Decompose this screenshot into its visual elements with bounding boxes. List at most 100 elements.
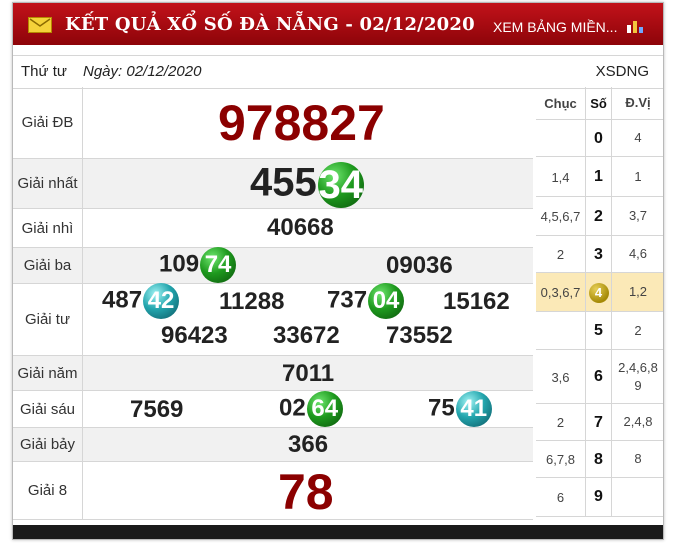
- bar-chart-icon[interactable]: [625, 17, 645, 33]
- fourth-prize-number-2: 11288: [219, 288, 285, 315]
- prize-label: Giải ba: [13, 248, 83, 283]
- units-cell: 4,6: [628, 246, 648, 262]
- tens-cell: [536, 312, 586, 350]
- column-header-chuc: Chục: [536, 87, 586, 119]
- prize-row-fifth: Giải năm 7011: [13, 356, 533, 391]
- number-plain: 109: [159, 250, 200, 278]
- prize-row-sixth: Giải sáu 7569 02 64 75 41: [13, 391, 533, 428]
- fourth-prize-number-1: 487 42: [102, 283, 180, 319]
- tens-cell: 2: [536, 404, 586, 441]
- prize-label: Giải sáu: [13, 391, 83, 427]
- prize-row-eighth: Giải 8 78: [13, 462, 533, 520]
- loto-row: 3,6 6 2,4,6,8 9: [536, 349, 663, 404]
- loto-row: 4,5,6,7 2 3,7: [536, 196, 663, 236]
- prize-row-second: Giải nhì 40668: [13, 209, 533, 248]
- prize-row-third: Giải ba 109 74 09036: [13, 247, 533, 284]
- digit-cell: 9: [586, 478, 612, 516]
- prize-label: Giải nhì: [13, 209, 83, 247]
- digit-cell: 1: [586, 157, 612, 197]
- digit-cell: 0: [586, 120, 612, 157]
- page-title: KẾT QUẢ XỔ SỐ ĐÀ NẴNG - 02/12/2020: [65, 14, 475, 35]
- fifth-prize-number: 7011: [282, 360, 335, 387]
- column-header-so: Số: [586, 87, 612, 119]
- highlight-digit-ball: 4: [588, 282, 609, 303]
- highlight-ball: 74: [200, 247, 237, 283]
- loto-header: Chục Số Đ.Vị: [536, 87, 663, 119]
- highlight-ball: 64: [306, 391, 343, 427]
- column-header-dvi: Đ.Vị: [625, 94, 651, 110]
- results-panel: KẾT QUẢ XỔ SỐ ĐÀ NẴNG - 02/12/2020 XEM B…: [12, 2, 664, 540]
- number-plain: 487: [102, 286, 143, 314]
- results-header: KẾT QUẢ XỔ SỐ ĐÀ NẴNG - 02/12/2020 XEM B…: [13, 3, 663, 45]
- fourth-prize-number-3: 737 04: [327, 283, 405, 319]
- first-prize-number: 45534: [250, 162, 364, 208]
- sixth-prize-number-3: 75 41: [428, 391, 492, 427]
- sixth-prize-number-2: 02 64: [279, 391, 343, 427]
- view-region-link[interactable]: XEM BẢNG MIỀN...: [493, 19, 617, 35]
- draw-date: Ngày: 02/12/2020: [83, 63, 202, 80]
- prize-label: Giải bảy: [13, 428, 83, 461]
- prize-label: Giải nhất: [13, 159, 83, 208]
- fourth-prize-number-7: 73552: [386, 322, 453, 349]
- loto-row: 5 2: [536, 311, 663, 350]
- second-prize-number: 40668: [267, 214, 334, 241]
- weekday-label: Thứ tư: [21, 63, 67, 80]
- prize-row-fourth: Giải tư 487 42 11288 737 04 15162 96423 33…: [13, 283, 533, 356]
- highlight-ball: 34: [317, 162, 364, 208]
- third-prize-number-1: 109 74: [159, 247, 237, 283]
- units-cell: 1,2: [628, 284, 648, 300]
- digit-cell: 8: [586, 441, 612, 478]
- seventh-prize-number: 366: [288, 431, 329, 458]
- prize-label: Giải năm: [13, 356, 83, 390]
- units-cell: 8: [634, 451, 642, 467]
- digit-cell: 7: [586, 404, 612, 441]
- loto-row: 6,7,8 8 8: [536, 440, 663, 478]
- fourth-prize-number-4: 15162: [443, 288, 510, 315]
- digit-cell: 2: [586, 197, 612, 236]
- highlight-ball: 41: [455, 391, 492, 427]
- units-cell: 2: [634, 322, 642, 338]
- number-plain: 02: [279, 394, 306, 422]
- number-plain: 75: [428, 394, 455, 422]
- loto-row: 2 3 4,6: [536, 235, 663, 273]
- tens-cell: 6: [536, 478, 586, 516]
- prize-row-seventh: Giải bảy 366: [13, 428, 533, 462]
- units-cell: 2,4,6,8 9: [618, 359, 658, 393]
- bottom-bar: [13, 525, 663, 539]
- digit-cell: 4: [586, 273, 612, 312]
- fourth-prize-number-5: 96423: [161, 322, 228, 349]
- eighth-prize-number: 78: [278, 464, 334, 520]
- number-plain: 737: [327, 286, 368, 314]
- tens-cell: 6,7,8: [536, 441, 586, 478]
- tens-cell: 2: [536, 236, 586, 273]
- digit-cell: 5: [586, 312, 612, 350]
- units-cell: 4: [634, 130, 642, 146]
- digit-cell: 6: [586, 350, 612, 404]
- tens-cell: [536, 120, 586, 157]
- units-cell: [612, 478, 663, 516]
- prize-label: Giải 8: [13, 462, 83, 519]
- loto-row: 2 7 2,4,8: [536, 403, 663, 441]
- prize-label: Giải ĐB: [13, 87, 83, 158]
- tens-cell: 0,3,6,7: [536, 273, 586, 312]
- units-cell: 1: [634, 168, 642, 184]
- prize-label: Giải tư: [13, 284, 83, 355]
- sixth-prize-number-1: 7569: [130, 396, 184, 423]
- fourth-prize-number-6: 33672: [273, 322, 340, 349]
- units-cell: 2,4,8: [623, 414, 653, 430]
- special-prize-number: 978827: [218, 95, 385, 151]
- tens-cell: 1,4: [536, 157, 586, 197]
- draw-info-bar: Thứ tư Ngày: 02/12/2020 XSDNG: [13, 55, 663, 89]
- loto-row: 6 9: [536, 477, 663, 517]
- lottery-code: XSDNG: [595, 63, 649, 80]
- third-prize-number-2: 09036: [386, 252, 453, 279]
- prize-row-special: Giải ĐB 978827: [13, 87, 533, 159]
- envelope-icon: [28, 17, 52, 33]
- units-cell: 3,7: [628, 208, 648, 224]
- loto-row-highlighted: 0,3,6,7 4 1,2: [536, 272, 663, 312]
- loto-row: 1,4 1 1: [536, 156, 663, 197]
- prize-row-first: Giải nhất 45534: [13, 159, 533, 209]
- highlight-ball: 04: [368, 283, 405, 319]
- loto-row: 0 4: [536, 119, 663, 157]
- tens-cell: 3,6: [536, 350, 586, 404]
